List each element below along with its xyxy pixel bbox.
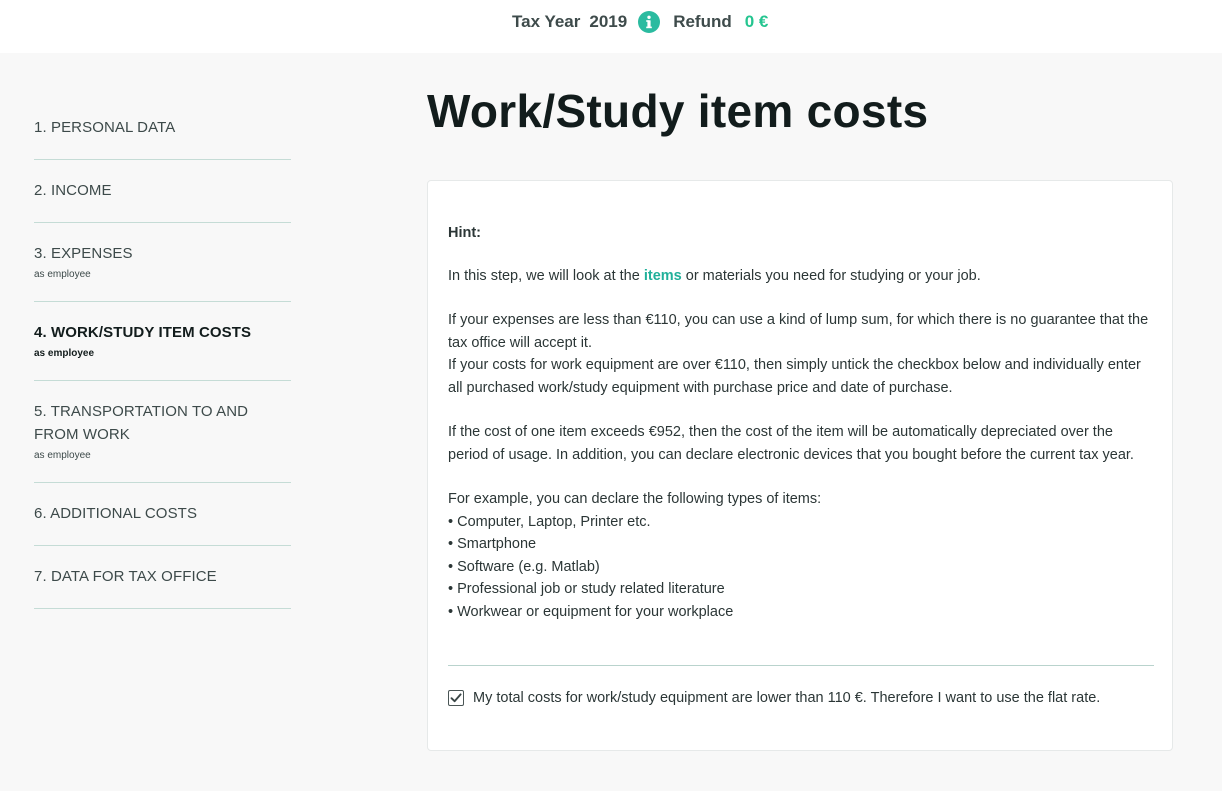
refund-label: Refund (673, 12, 732, 31)
sidebar-item-label: 1. PERSONAL DATA (34, 119, 176, 136)
hint-paragraph: In this step, we will look at the items … (448, 265, 1154, 288)
hint-text: or materials you need for studying or yo… (681, 267, 981, 284)
hint-paragraph: If your expenses are less than €110, you… (448, 312, 1149, 351)
hint-card: Hint: In this step, we will look at the … (427, 180, 1173, 751)
flat-rate-checkbox-row[interactable]: My total costs for work/study equipment … (448, 687, 1154, 710)
sidebar-item-label: 6. ADDITIONAL COSTS (34, 505, 198, 522)
page-title: Work/Study item costs (427, 85, 929, 137)
sidebar-item-personal-data[interactable]: 1. PERSONAL DATA (34, 97, 291, 160)
list-item: Professional job or study related litera… (448, 578, 1154, 601)
sidebar-item-label: 7. DATA FOR TAX OFFICE (34, 568, 217, 585)
info-icon[interactable] (638, 11, 661, 33)
step-navigation: 1. PERSONAL DATA 2. INCOME 3. EXPENSES a… (34, 97, 291, 609)
sidebar-item-label: 4. WORK/STUDY ITEM COSTS (34, 324, 252, 341)
list-item: Software (e.g. Matlab) (448, 556, 1154, 579)
sidebar-item-transportation[interactable]: 5. TRANSPORTATION TO AND FROM WORK as em… (34, 381, 291, 483)
sidebar-item-sublabel: as employee (34, 348, 95, 359)
sidebar-item-data-for-tax-office[interactable]: 7. DATA FOR TAX OFFICE (34, 546, 291, 609)
hint-paragraph: If your costs for work equipment are ove… (448, 357, 1141, 396)
hint-content: Hint: In this step, we will look at the … (448, 222, 1154, 623)
checkmark-icon (450, 693, 462, 703)
top-bar: Tax Year 2019 Refund 0 € (0, 0, 1222, 53)
sidebar-item-expenses[interactable]: 3. EXPENSES as employee (34, 223, 291, 302)
list-item: Workwear or equipment for your workplace (448, 601, 1154, 624)
flat-rate-checkbox[interactable] (448, 690, 464, 706)
sidebar-item-label: 5. TRANSPORTATION TO AND FROM WORK (34, 403, 249, 443)
sidebar-item-label: 3. EXPENSES (34, 245, 133, 262)
hint-text: In this step, we will look at the (448, 267, 644, 284)
tax-year-label: Tax Year (512, 12, 581, 31)
list-item: Smartphone (448, 533, 1154, 556)
sidebar-item-sublabel: as employee (34, 269, 91, 280)
tax-year-value: 2019 (589, 12, 628, 31)
sidebar-item-additional-costs[interactable]: 6. ADDITIONAL COSTS (34, 483, 291, 546)
hint-paragraph: If the cost of one item exceeds €952, th… (448, 424, 1134, 463)
divider (448, 665, 1154, 666)
refund-value: 0 € (744, 12, 769, 31)
tax-summary: Tax Year 2019 Refund 0 € (512, 10, 768, 34)
list-item: Computer, Laptop, Printer etc. (448, 511, 1154, 534)
sidebar-item-label: 2. INCOME (34, 182, 112, 199)
sidebar-item-work-study-item-costs[interactable]: 4. WORK/STUDY ITEM COSTS as employee (34, 302, 291, 381)
examples-list: Computer, Laptop, Printer etc. Smartphon… (448, 511, 1154, 624)
hint-title: Hint: (448, 225, 482, 241)
sidebar-item-sublabel: as employee (34, 450, 91, 461)
sidebar-item-income[interactable]: 2. INCOME (34, 160, 291, 223)
items-link[interactable]: items (644, 268, 682, 284)
flat-rate-checkbox-label: My total costs for work/study equipment … (473, 690, 1101, 706)
hint-paragraph: For example, you can declare the followi… (448, 491, 822, 507)
